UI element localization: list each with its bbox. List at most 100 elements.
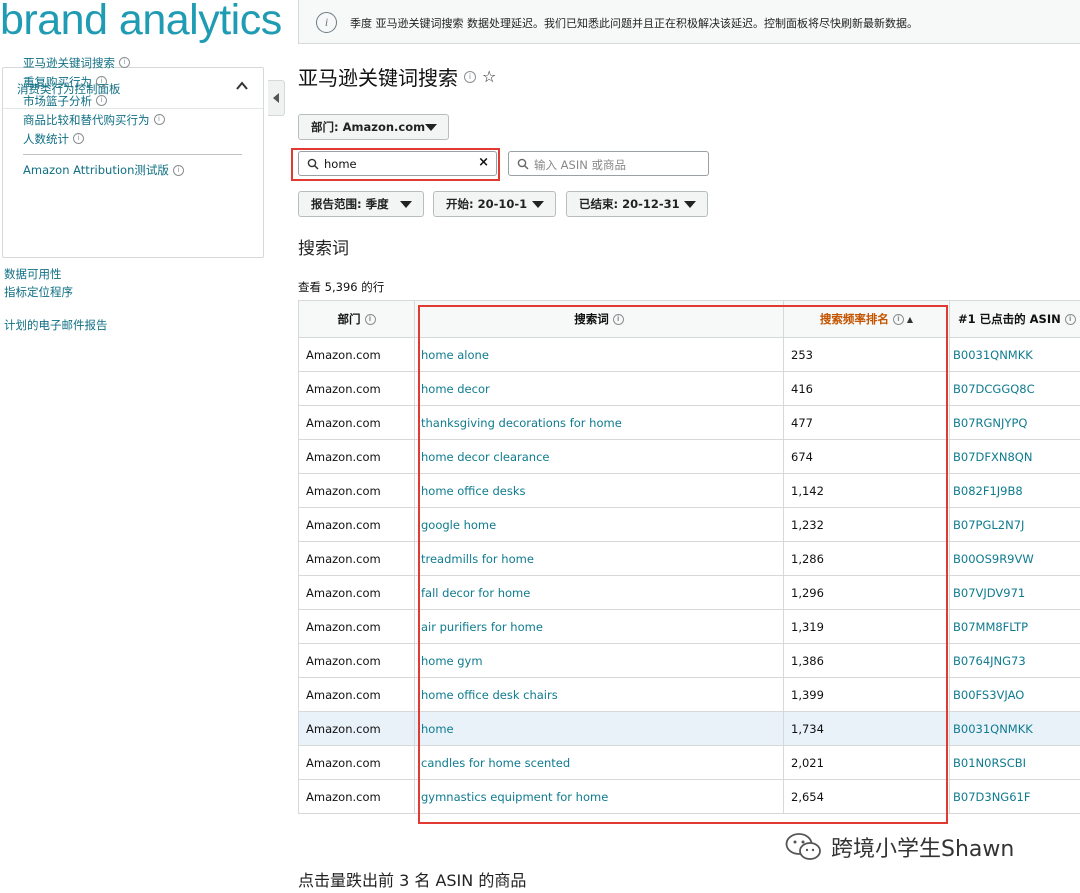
column-header-label: 搜索频率排名 [819,312,889,326]
chevron-up-icon[interactable] [235,79,249,93]
metrics-locator-link[interactable]: 指标定位程序 [4,284,73,300]
search-input[interactable]: home × [298,151,497,176]
table-row: Amazon.com fall decor for home 1,296 B07VJD… [298,575,1080,610]
cell-search-rank: 1,399 [783,677,950,712]
cell-top-asin[interactable]: B07DCGGQ8C [949,371,1080,406]
cell-top-asin[interactable]: B0031QNMKK [949,337,1080,372]
cell-top-asin[interactable]: B07VJDV971 [949,575,1080,610]
cell-search-term[interactable]: home alone [414,337,784,372]
sidebar-item-label[interactable]: 人数统计 [23,131,69,147]
cell-search-rank: 416 [783,371,950,406]
cell-department: Amazon.com [298,745,415,780]
sidebar-item-label[interactable]: 亚马逊关键词搜索 [23,55,115,71]
rows-count: 查看 5,396 的行 [298,280,385,294]
cell-search-term[interactable]: home [414,711,784,746]
cell-department: Amazon.com [298,575,415,610]
cell-search-rank: 674 [783,439,950,474]
cell-search-rank: 477 [783,405,950,440]
sidebar-item-label[interactable]: 市场篮子分析 [23,93,92,109]
data-availability-link[interactable]: 数据可用性 [4,266,62,282]
column-header-label: 搜索词 [574,312,609,326]
sidebar-item-item-comparison[interactable]: 商品比较和替代购买行为 i [23,110,165,129]
cell-search-term[interactable]: home decor [414,371,784,406]
section-title: 搜索词 [298,239,349,259]
sidebar-item-demographics[interactable]: 人数统计 i [23,129,165,148]
wechat-icon [785,833,821,860]
info-icon: i [119,57,130,68]
cell-search-rank: 1,296 [783,575,950,610]
start-date-dropdown[interactable]: 开始: 20-10-1 [433,191,556,217]
star-icon[interactable]: ☆ [482,67,496,86]
cell-top-asin[interactable]: B01N0RSCBI [949,745,1080,780]
info-icon[interactable]: i [464,70,476,83]
sidebar-item-label[interactable]: 重复购买行为 [23,74,92,90]
table-header-row: 部门 i 搜索词 i 搜索频率排名 i ▲ #1 已点击的 ASIN i [298,300,1080,338]
asin-search-input[interactable]: 输入 ASIN 或商品 [508,151,709,176]
bottom-section-title: 点击量跌出前 3 名 ASIN 的商品 [298,871,527,890]
table-row: Amazon.com home decor clearance 674 B07DFXN… [298,439,1080,474]
cell-department: Amazon.com [298,677,415,712]
cell-top-asin[interactable]: B0031QNMKK [949,711,1080,746]
caret-down-icon [532,201,544,208]
sidebar-item-market-basket[interactable]: 市场篮子分析 i [23,91,165,110]
watermark-text: 跨境小学生Shawn [831,837,1015,862]
cell-top-asin[interactable]: B00FS3VJAO [949,677,1080,712]
table-row: Amazon.com home office desk chairs 1,399 B0… [298,677,1080,712]
table-row: Amazon.com thanksgiving decorations for h… [298,405,1080,440]
table-row: Amazon.com home decor 416 B07DCGGQ8C [298,371,1080,406]
info-icon: i [96,95,107,106]
cell-top-asin[interactable]: B07PGL2N7J [949,507,1080,542]
table-row: Amazon.com home 1,734 B0031QNMKK [298,711,1080,746]
column-header-search-term[interactable]: 搜索词 i [414,300,784,338]
sidebar-item-label[interactable]: 商品比较和替代购买行为 [23,112,150,128]
cell-department: Amazon.com [298,439,415,474]
end-date-label: 已结束: 20-12-31 [579,197,680,211]
table-row: Amazon.com air purifiers for home 1,319 B07… [298,609,1080,644]
sidebar-item-attribution[interactable]: Amazon Attribution测试版 i [23,162,184,178]
cell-search-term[interactable]: treadmills for home [414,541,784,576]
cell-top-asin[interactable]: B082F1J9B8 [949,473,1080,508]
cell-top-asin[interactable]: B07RGNJYPQ [949,405,1080,440]
notice-banner: i 季度 亚马逊关键词搜索 数据处理延迟。我们已知悉此问题并且正在积极解决该延迟… [298,0,1080,44]
cell-top-asin[interactable]: B07DFXN8QN [949,439,1080,474]
cell-department: Amazon.com [298,779,415,814]
scheduled-email-reports-link[interactable]: 计划的电子邮件报告 [4,317,108,333]
start-date-label: 开始: 20-10-1 [446,197,528,211]
sidebar-item-keyword-search[interactable]: 亚马逊关键词搜索 i [23,53,165,72]
info-icon: i [73,133,84,144]
caret-down-icon [400,201,412,208]
cell-top-asin[interactable]: B00OS9R9VW [949,541,1080,576]
sidebar-item-repeat-purchase[interactable]: 重复购买行为 i [23,72,165,91]
cell-search-rank: 1,734 [783,711,950,746]
cell-search-term[interactable]: candles for home scented [414,745,784,780]
column-header-top-asin[interactable]: #1 已点击的 ASIN i [949,300,1080,338]
cell-search-term[interactable]: home decor clearance [414,439,784,474]
table-row: Amazon.com google home 1,232 B07PGL2N7J [298,507,1080,542]
cell-search-term[interactable]: home office desk chairs [414,677,784,712]
table-row: Amazon.com home gym 1,386 B0764JNG73 [298,643,1080,678]
cell-search-rank: 1,319 [783,609,950,644]
cell-search-term[interactable]: air purifiers for home [414,609,784,644]
cell-top-asin[interactable]: B07MM8FLTP [949,609,1080,644]
search-input-value[interactable]: home [324,157,357,171]
end-date-dropdown[interactable]: 已结束: 20-12-31 [566,191,708,217]
clear-icon[interactable]: × [478,155,489,170]
cell-search-term[interactable]: gymnastics equipment for home [414,779,784,814]
column-header-search-rank[interactable]: 搜索频率排名 i ▲ [783,300,950,338]
cell-search-term[interactable]: google home [414,507,784,542]
cell-search-term[interactable]: thanksgiving decorations for home [414,405,784,440]
cell-search-term[interactable]: home office desks [414,473,784,508]
cell-top-asin[interactable]: B0764JNG73 [949,643,1080,678]
sidebar-item-label[interactable]: Amazon Attribution测试版 [23,162,169,178]
report-range-dropdown[interactable]: 报告范围: 季度 [298,191,424,217]
cell-department: Amazon.com [298,507,415,542]
cell-search-term[interactable]: fall decor for home [414,575,784,610]
cell-department: Amazon.com [298,405,415,440]
department-dropdown[interactable]: 部门: Amazon.com [298,114,449,140]
cell-department: Amazon.com [298,609,415,644]
cell-search-term[interactable]: home gym [414,643,784,678]
cell-top-asin[interactable]: B07D3NG61F [949,779,1080,814]
sidebar-divider [23,154,242,155]
sidebar-collapse-toggle[interactable] [268,80,285,116]
column-header-department[interactable]: 部门 i [298,300,415,338]
